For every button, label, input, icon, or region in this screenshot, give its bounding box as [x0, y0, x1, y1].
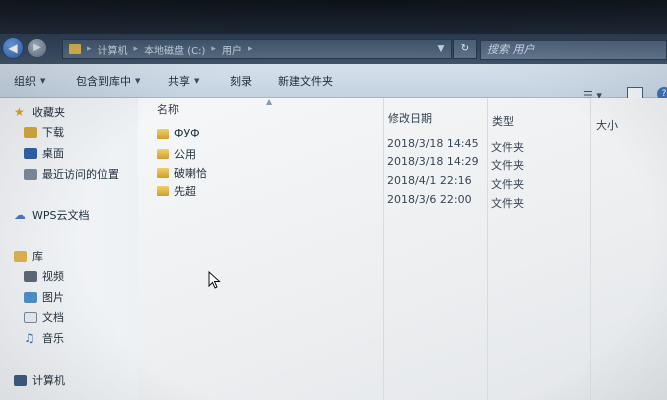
- title-bar: [0, 0, 667, 34]
- file-name-cell: 先超: [157, 183, 196, 199]
- caret-down-icon: ▼: [40, 77, 46, 85]
- caret-down-icon: ▼: [135, 77, 141, 85]
- organize-label: 组织: [14, 75, 36, 88]
- cloud-icon: ☁: [14, 207, 26, 222]
- back-button[interactable]: ◀: [2, 37, 24, 59]
- file-name-cell: 公用: [157, 146, 196, 162]
- nav-libraries[interactable]: 库: [14, 248, 43, 264]
- search-input[interactable]: 搜索 用户: [480, 40, 667, 60]
- music-icon: ♫: [24, 330, 35, 345]
- refresh-button[interactable]: ↻: [453, 39, 477, 59]
- new-folder-button[interactable]: 新建文件夹: [278, 73, 333, 89]
- chevron-right-icon: ▸: [247, 44, 253, 54]
- mouse-cursor-icon: [208, 271, 221, 289]
- nav-videos-label: 视频: [42, 270, 64, 283]
- chevron-right-icon: ▸: [87, 44, 92, 54]
- file-name-cell: 破喇恰: [157, 165, 207, 181]
- new-folder-label: 新建文件夹: [278, 75, 333, 88]
- folder-icon: [69, 44, 81, 54]
- burn-button[interactable]: 刻录: [230, 73, 252, 89]
- table-row[interactable]: 公用 2018/3/18 14:29 文件夹: [0, 146, 667, 172]
- star-icon: ★: [14, 104, 25, 119]
- nav-favorites-label: 收藏夹: [32, 106, 65, 119]
- nav-documents-label: 文档: [42, 311, 64, 324]
- nav-videos[interactable]: 视频: [24, 268, 64, 284]
- arrow-right-icon: ▶: [33, 42, 41, 53]
- file-name: 破喇恰: [174, 167, 207, 180]
- library-icon: [14, 250, 27, 262]
- column-header-name[interactable]: 名称: [157, 101, 179, 117]
- document-icon: [24, 311, 37, 323]
- file-name-cell: ФУФ: [157, 127, 200, 140]
- nav-libraries-label: 库: [32, 250, 43, 263]
- folder-icon: [157, 128, 169, 139]
- address-bar[interactable]: ▸ 计算机 ▸ 本地磁盘 (C:) ▸ 用户 ▸: [62, 39, 452, 59]
- include-in-library-button[interactable]: 包含到库中 ▼: [76, 73, 140, 89]
- arrow-left-icon: ◀: [8, 41, 18, 55]
- nav-music-label: 音乐: [42, 332, 64, 345]
- table-row[interactable]: 破喇恰 2018/4/1 22:16 文件夹: [0, 165, 667, 191]
- computer-icon: [14, 374, 27, 386]
- nav-wps-cloud-label: WPS云文档: [32, 209, 90, 222]
- folder-icon: [157, 149, 169, 159]
- nav-wps-cloud[interactable]: ☁ WPS云文档: [14, 207, 90, 223]
- forward-button[interactable]: ▶: [28, 39, 46, 57]
- sort-ascending-icon: ▲: [266, 97, 273, 106]
- address-dropdown-icon[interactable]: ▼: [433, 41, 449, 57]
- caret-down-icon: ▼: [194, 77, 200, 85]
- folder-icon: [157, 186, 169, 196]
- video-icon: [24, 270, 37, 282]
- nav-computer-label: 计算机: [32, 374, 65, 387]
- nav-computer[interactable]: 计算机: [14, 372, 65, 388]
- share-label: 共享: [168, 75, 190, 88]
- file-name: ФУФ: [174, 127, 200, 140]
- nav-pictures-label: 图片: [42, 291, 64, 304]
- file-name: 先超: [174, 185, 196, 198]
- modified-date-cell: 2018/3/6 22:00: [387, 193, 472, 206]
- table-row[interactable]: 先超 2018/3/6 22:00 文件夹: [0, 183, 667, 210]
- organize-button[interactable]: 组织 ▼: [14, 73, 45, 89]
- breadcrumb-local-disk[interactable]: 本地磁盘 (C:): [144, 42, 205, 57]
- chevron-right-icon: ▸: [133, 44, 139, 54]
- breadcrumb-users[interactable]: 用户: [222, 42, 242, 57]
- folder-icon: [157, 168, 169, 178]
- table-row[interactable]: ФУФ 2018/3/18 14:45 文件夹: [0, 127, 667, 154]
- nav-pictures[interactable]: 图片: [24, 289, 64, 305]
- nav-documents[interactable]: 文档: [24, 309, 64, 325]
- nav-favorites[interactable]: ★ 收藏夹: [14, 104, 65, 120]
- column-header-modified[interactable]: 修改日期: [388, 110, 432, 126]
- type-cell: 文件夹: [491, 197, 524, 210]
- refresh-icon: ↻: [460, 43, 470, 54]
- chevron-right-icon: ▸: [211, 44, 216, 54]
- file-name: 公用: [174, 148, 196, 161]
- picture-icon: [24, 291, 37, 303]
- nav-music[interactable]: ♫ 音乐: [24, 330, 64, 346]
- burn-label: 刻录: [230, 75, 252, 88]
- explorer-window: ◀ ▶ ▸ 计算机 ▸ 本地磁盘 (C:) ▸ 用户 ▸ ▼ ↻ 搜索 用户 组…: [0, 0, 667, 400]
- share-button[interactable]: 共享 ▼: [168, 73, 199, 89]
- include-in-library-label: 包含到库中: [76, 75, 131, 88]
- breadcrumb-computer[interactable]: 计算机: [98, 42, 128, 57]
